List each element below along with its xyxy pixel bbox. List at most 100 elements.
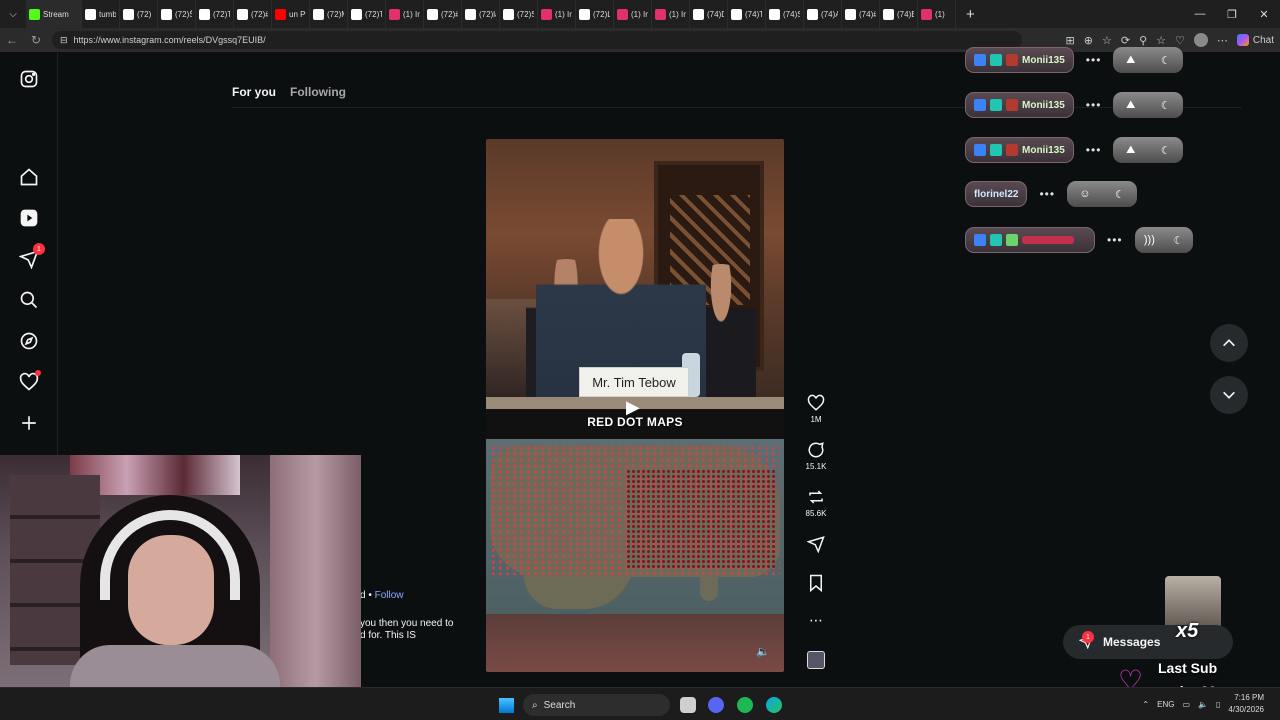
browser-tab[interactable]: (72)# xyxy=(424,0,462,28)
refresh-extension-icon[interactable]: ⟳ xyxy=(1121,34,1130,47)
favorite-star-icon[interactable]: ☆ xyxy=(1102,34,1112,47)
new-tab-button[interactable]: + xyxy=(966,6,975,23)
tiktok-favicon xyxy=(503,8,514,20)
battery-icon[interactable]: ▯ xyxy=(1216,700,1220,709)
browser-tab[interactable]: (72)To xyxy=(348,0,386,28)
badge-icon xyxy=(1006,54,1018,66)
browser-tab[interactable]: (72)#s xyxy=(234,0,272,28)
tab-label: (74)Do xyxy=(707,9,724,19)
clock[interactable]: 7:16 PM 4/30/2026 xyxy=(1228,692,1264,716)
spotify-icon[interactable] xyxy=(737,697,753,713)
url-field[interactable]: ⊟ https://www.instagram.com/reels/DVgssq… xyxy=(52,31,1022,49)
tiktok-favicon xyxy=(693,8,704,20)
badge-icon xyxy=(974,234,986,246)
minimize-button[interactable]: — xyxy=(1184,8,1216,20)
chat-user-chip: florinel22 xyxy=(965,181,1028,207)
chat-user-chip xyxy=(965,227,1095,253)
browser-tab[interactable]: (1) Ins xyxy=(386,0,424,28)
chat-event-row: ••• ))) ☾ xyxy=(965,227,1193,253)
reels-icon[interactable] xyxy=(18,207,40,229)
browser-tab[interactable]: (1) xyxy=(918,0,956,28)
network-icon[interactable]: ▭ xyxy=(1182,700,1190,709)
save-button[interactable] xyxy=(800,574,832,595)
browser-tab[interactable]: (72) xyxy=(120,0,158,28)
browser-tab[interactable]: (1) Ins xyxy=(538,0,576,28)
emote-toggle: ⛰ ☾ xyxy=(1113,137,1184,163)
share-button[interactable] xyxy=(800,535,832,556)
home-icon[interactable] xyxy=(18,166,40,188)
edge-icon[interactable] xyxy=(766,697,782,713)
browser-tab[interactable]: (72)Le xyxy=(576,0,614,28)
tab-label: (74)Th xyxy=(745,9,762,19)
comment-count: 15.1K xyxy=(805,462,827,471)
browser-tab[interactable]: tumblr xyxy=(82,0,120,28)
search-icon: ⌕ xyxy=(532,699,538,711)
restore-button[interactable]: ❐ xyxy=(1216,8,1248,21)
refresh-icon[interactable]: ↻ xyxy=(24,33,48,47)
start-button[interactable] xyxy=(499,698,514,713)
volume-icon[interactable]: 🔈 xyxy=(756,645,770,658)
favorites-icon[interactable]: ☆ xyxy=(1156,34,1166,47)
notifications-heart-icon[interactable] xyxy=(18,370,41,393)
browser-tab[interactable]: (74)Sn xyxy=(766,0,804,28)
emote-toggle: ⛰ ☾ xyxy=(1113,47,1184,73)
youtube-favicon xyxy=(275,8,286,20)
browser-tab[interactable]: Stream xyxy=(26,0,82,28)
explore-icon[interactable] xyxy=(18,330,40,352)
tiktok-favicon xyxy=(351,8,362,20)
browser-tab[interactable]: (72)Su xyxy=(500,0,538,28)
direct-messages-icon[interactable]: 1 xyxy=(18,243,45,270)
browser-tab[interactable]: (74)Th xyxy=(728,0,766,28)
create-plus-icon[interactable] xyxy=(18,412,40,434)
emote-toggle: ☺ ☾ xyxy=(1067,181,1138,207)
browser-essentials-icon[interactable]: ♡ xyxy=(1175,34,1185,47)
close-window-button[interactable]: ✕ xyxy=(1248,8,1280,21)
taskbar-search[interactable]: ⌕ Search xyxy=(523,694,670,716)
browser-tab[interactable]: (74)Ar xyxy=(804,0,842,28)
instagram-logo-icon[interactable] xyxy=(18,68,40,90)
back-icon[interactable]: ← xyxy=(0,33,24,47)
system-tray: ⌃ ENG ▭ 🔈 ▯ 7:16 PM 4/30/2026 xyxy=(1142,692,1264,716)
tiktok-favicon xyxy=(313,8,324,20)
language-indicator[interactable]: ENG xyxy=(1157,700,1174,709)
tray-overflow-icon[interactable]: ⌃ xyxy=(1142,700,1149,709)
tab-label: (72)Ši xyxy=(175,9,192,19)
copilot-chat-button[interactable]: Chat xyxy=(1236,34,1274,46)
volume-icon[interactable]: 🔈 xyxy=(1198,700,1208,709)
extensions-icon[interactable]: ⚲ xyxy=(1139,34,1147,47)
browser-tab[interactable]: (74)Es xyxy=(880,0,918,28)
file-explorer-icon[interactable] xyxy=(680,697,696,713)
browser-tab[interactable]: (1) Ins xyxy=(652,0,690,28)
browser-tab[interactable]: (72)Ši xyxy=(158,0,196,28)
follow-link[interactable]: Follow xyxy=(375,590,404,601)
app-available-icon[interactable]: ⊞ xyxy=(1066,34,1075,47)
like-button[interactable]: 1M xyxy=(800,394,832,424)
tiktok-favicon xyxy=(731,8,742,20)
tab-following[interactable]: Following xyxy=(290,85,346,99)
tab-actions-menu-icon[interactable]: ⌵ xyxy=(0,0,26,28)
repost-button[interactable]: 85.6K xyxy=(800,488,832,518)
browser-tab[interactable]: un PO xyxy=(272,0,310,28)
reel-video[interactable]: Mr. Tim Tebow ▶ RED DOT MAPS 🔈 xyxy=(486,139,784,672)
feed-tabs: For you Following xyxy=(232,85,346,99)
search-icon[interactable] xyxy=(18,289,40,311)
previous-reel-button[interactable] xyxy=(1210,324,1248,362)
zoom-icon[interactable]: ⊕ xyxy=(1084,34,1093,47)
audio-thumbnail[interactable] xyxy=(807,651,825,669)
discord-icon[interactable] xyxy=(708,697,724,713)
browser-tab[interactable]: (72)lat xyxy=(462,0,500,28)
tab-for-you[interactable]: For you xyxy=(232,85,276,99)
more-options-icon[interactable]: ⋯ xyxy=(800,612,832,629)
browser-tab[interactable]: (74)Do xyxy=(690,0,728,28)
browser-tab[interactable]: (72)TH xyxy=(196,0,234,28)
site-info-icon[interactable]: ⊟ xyxy=(60,35,68,46)
multiplier-text: x5 xyxy=(1176,620,1199,642)
profile-avatar[interactable] xyxy=(1193,33,1208,47)
browser-tab[interactable]: (74)# xyxy=(842,0,880,28)
more-options-icon[interactable]: ⋯ xyxy=(1217,34,1228,47)
comment-button[interactable]: 15.1K xyxy=(800,441,832,471)
browser-tab[interactable]: (72)M xyxy=(310,0,348,28)
browser-tab[interactable]: (1) Ins xyxy=(614,0,652,28)
next-reel-button[interactable] xyxy=(1210,376,1248,414)
tab-label: (74)# xyxy=(859,9,876,19)
